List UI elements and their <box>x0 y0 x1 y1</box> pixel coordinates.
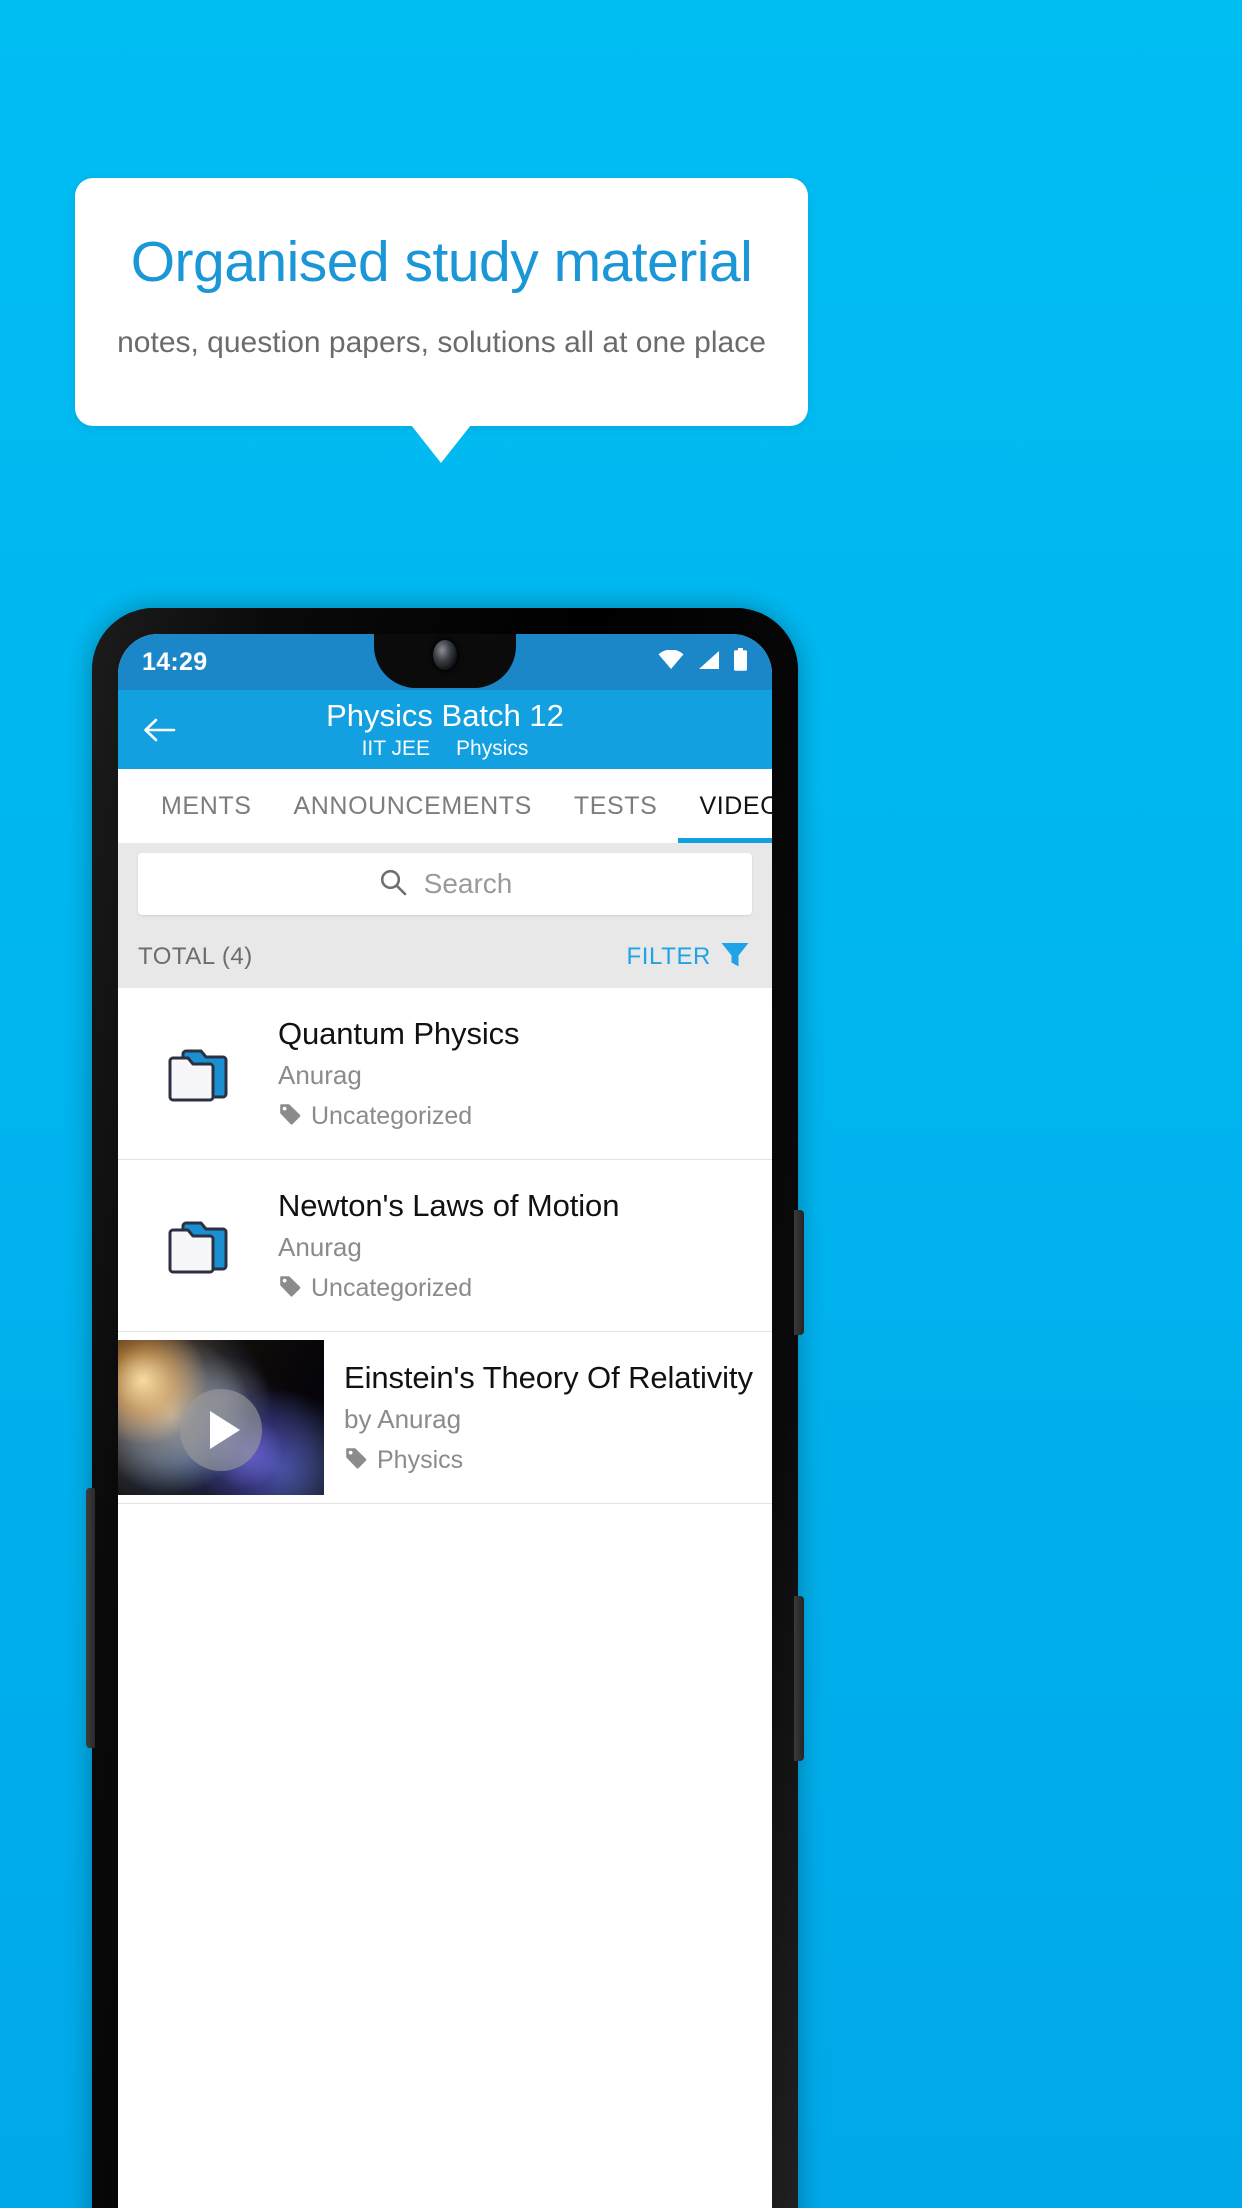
promo-subheadline: notes, question papers, solutions all at… <box>117 326 766 359</box>
search-input[interactable]: Search <box>138 853 752 915</box>
row-content: Einstein's Theory Of Relativity by Anura… <box>324 1352 771 1484</box>
row-content: Quantum Physics Anurag Uncategorized <box>278 1008 537 1140</box>
table-row[interactable]: Quantum Physics Anurag Uncategorized <box>118 988 772 1160</box>
item-tag-line: Uncategorized <box>278 1102 519 1131</box>
table-row[interactable]: Newton's Laws of Motion Anurag Uncategor… <box>118 1160 772 1332</box>
item-tag: Physics <box>377 1446 464 1475</box>
tab-bar: MENTS ANNOUNCEMENTS TESTS VIDEOS <box>118 769 772 843</box>
item-author: Anurag <box>278 1060 362 1091</box>
page-subtitle: IIT JEE Physics <box>118 737 772 761</box>
tag-icon <box>344 1446 368 1475</box>
tab-assignments[interactable]: MENTS <box>140 769 273 843</box>
item-title: Einstein's Theory Of Relativity <box>344 1359 753 1395</box>
callout-tail <box>411 425 471 463</box>
list-header: TOTAL (4) FILTER <box>118 926 772 988</box>
item-author: by Anurag <box>344 1404 462 1435</box>
front-camera <box>433 640 457 670</box>
tag-icon <box>278 1274 302 1303</box>
subtitle-subject: Physics <box>456 737 529 761</box>
item-tag: Uncategorized <box>311 1102 473 1131</box>
folder-icon <box>118 1216 278 1276</box>
tab-tests[interactable]: TESTS <box>553 769 679 843</box>
battery-icon <box>733 648 748 676</box>
folder-icon <box>118 1044 278 1104</box>
status-bar: 14:29 <box>118 634 772 690</box>
power-button[interactable] <box>794 1210 804 1335</box>
phone-screen: 14:29 Physics Batch 12 IIT JEE Physics M… <box>118 634 772 2208</box>
tab-videos[interactable]: VIDEOS <box>678 769 772 843</box>
video-thumbnail[interactable] <box>118 1340 324 1495</box>
item-title: Quantum Physics <box>278 1015 520 1051</box>
filter-button[interactable]: FILTER <box>627 941 751 974</box>
search-placeholder: Search <box>423 868 513 899</box>
item-author: Anurag <box>278 1232 362 1263</box>
status-icons <box>658 648 748 676</box>
status-time: 14:29 <box>142 647 208 676</box>
signal-icon <box>697 650 720 675</box>
search-icon <box>378 867 408 902</box>
phone-mockup: 14:29 Physics Batch 12 IIT JEE Physics M… <box>86 608 804 2208</box>
app-bar-titles: Physics Batch 12 IIT JEE Physics <box>118 698 772 762</box>
item-tag: Uncategorized <box>311 1274 473 1303</box>
promo-screenshot: Organised study material notes, question… <box>0 0 1242 2208</box>
item-tag-line: Uncategorized <box>278 1274 619 1303</box>
volume-button[interactable] <box>86 1488 95 1748</box>
play-triangle <box>210 1410 240 1449</box>
subtitle-exam: IIT JEE <box>361 737 431 761</box>
total-count-label: TOTAL (4) <box>138 943 253 970</box>
filter-label: FILTER <box>626 943 711 970</box>
item-tag-line: Physics <box>344 1446 753 1475</box>
wifi-icon <box>658 649 684 675</box>
item-title: Newton's Laws of Motion <box>278 1187 620 1223</box>
table-row[interactable]: Einstein's Theory Of Relativity by Anura… <box>118 1332 772 1504</box>
promo-callout-card: Organised study material notes, question… <box>75 178 808 426</box>
tag-icon <box>278 1102 302 1131</box>
row-content: Newton's Laws of Motion Anurag Uncategor… <box>278 1180 637 1312</box>
page-title: Physics Batch 12 <box>326 697 564 733</box>
tab-announcements[interactable]: ANNOUNCEMENTS <box>273 769 553 843</box>
play-icon[interactable] <box>180 1388 262 1471</box>
app-bar: Physics Batch 12 IIT JEE Physics <box>118 690 772 769</box>
filter-funnel-icon <box>720 941 750 974</box>
side-button-lower[interactable] <box>794 1596 804 1761</box>
phone-notch <box>374 634 516 688</box>
search-section: Search <box>118 843 772 926</box>
promo-headline: Organised study material <box>130 230 753 294</box>
